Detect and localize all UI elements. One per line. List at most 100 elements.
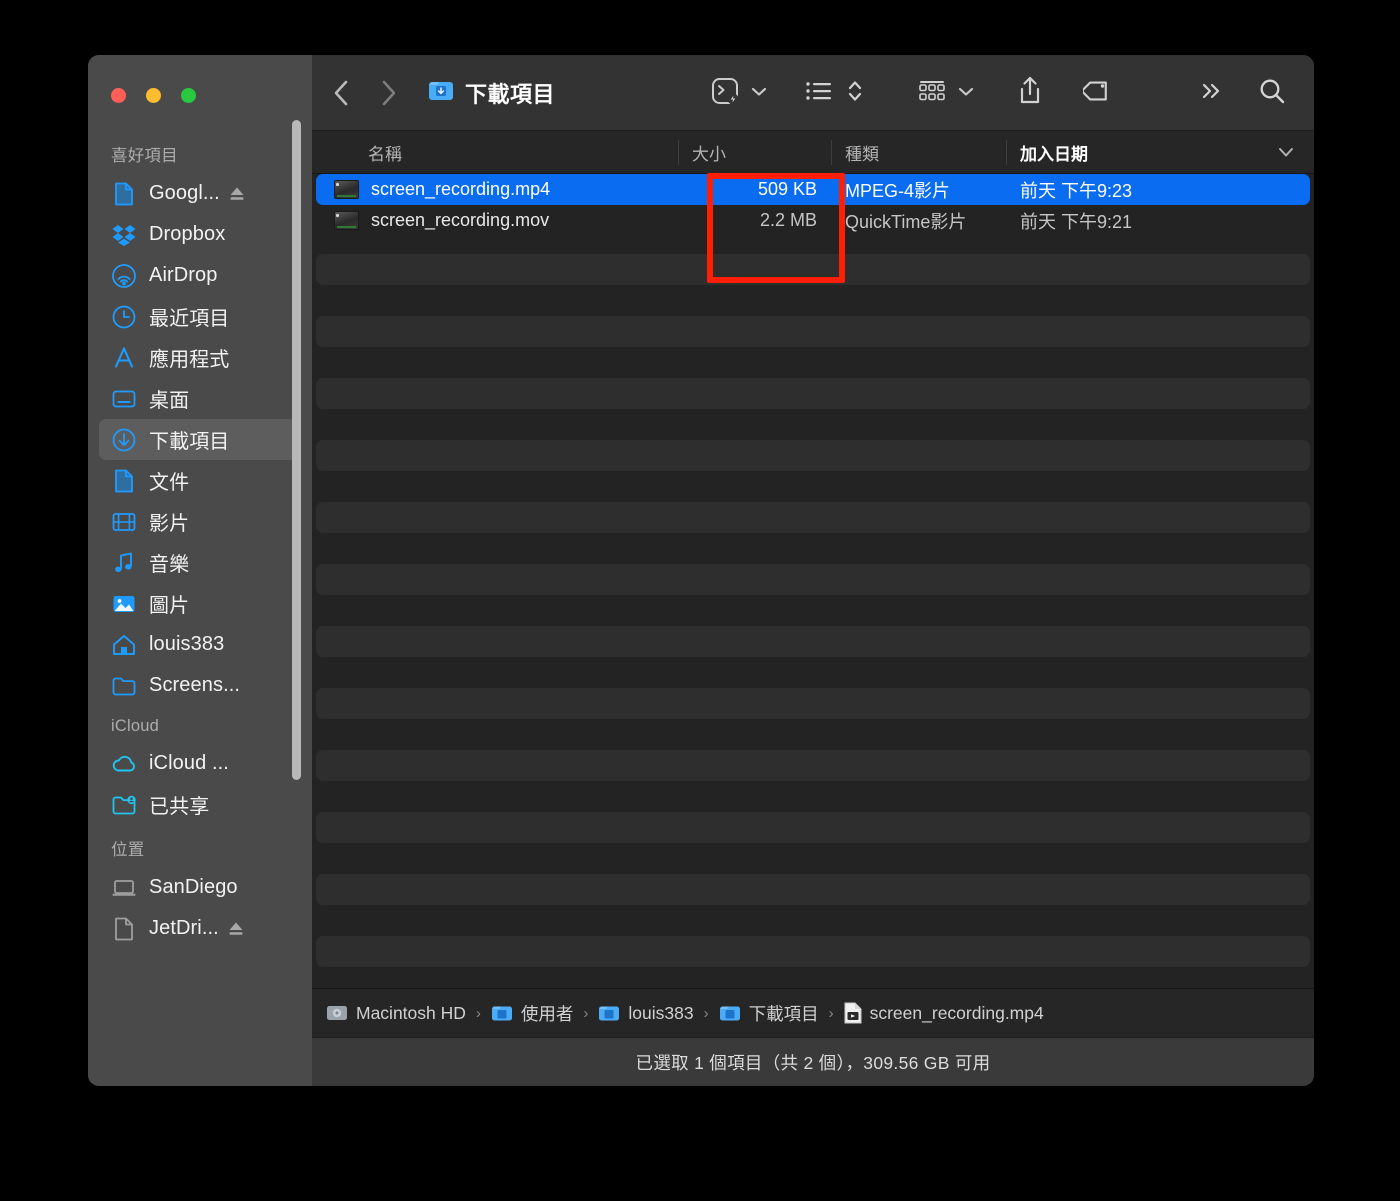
close-button[interactable] xyxy=(111,88,126,103)
path-bar[interactable]: Macintosh HD › 使用者 › louis383 › 下載項目 › screen_re… xyxy=(312,988,1314,1037)
music-icon xyxy=(111,550,137,576)
pictures-icon xyxy=(111,591,137,617)
sidebar-section-header: 位置 xyxy=(111,841,145,859)
column-header-size[interactable]: 大小 xyxy=(678,131,831,174)
sidebar-item-jetdri[interactable]: JetDri... xyxy=(99,908,301,949)
breadcrumb-item[interactable]: 使用者 xyxy=(491,1001,573,1026)
home-icon xyxy=(111,632,137,658)
chevron-down-icon[interactable] xyxy=(1276,145,1296,164)
sidebar-item-label: AirDrop xyxy=(149,264,218,286)
quick-actions-icon[interactable] xyxy=(709,75,741,112)
table-row[interactable]: screen_recording.mov 2.2 MB QuickTime影片 前天 … xyxy=(316,205,1310,236)
empty-row-stripe xyxy=(316,750,1310,781)
file-kind-cell: QuickTime影片 xyxy=(845,211,967,232)
laptop-icon xyxy=(111,875,137,901)
sidebar-item-最近項目[interactable]: 最近項目 xyxy=(99,296,301,337)
window-title-group: 下載項目 xyxy=(428,77,555,109)
sidebar-item-已共享[interactable]: 已共享 xyxy=(99,784,301,825)
sidebar-item-screens[interactable]: Screens... xyxy=(99,665,301,706)
view-options-group[interactable] xyxy=(804,78,864,109)
chevron-down-icon[interactable] xyxy=(957,84,975,102)
quick-actions-group[interactable] xyxy=(709,75,768,112)
breadcrumb-label: screen_recording.mp4 xyxy=(869,1002,1044,1023)
sidebar-item-音樂[interactable]: 音樂 xyxy=(99,542,301,583)
sidebar-item-label: 文件 xyxy=(149,472,190,494)
list-view-icon[interactable] xyxy=(804,78,834,109)
zoom-button[interactable] xyxy=(181,88,196,103)
traffic-light-buttons xyxy=(111,88,196,103)
shared-folder-icon xyxy=(111,792,137,818)
breadcrumb-item[interactable]: louis383 xyxy=(598,1002,694,1024)
file-name-cell: screen_recording.mp4 xyxy=(316,174,678,205)
file-name-label: screen_recording.mp4 xyxy=(371,179,551,199)
sidebar-section-header: iCloud xyxy=(111,717,159,735)
path-separator: › xyxy=(583,1004,589,1022)
share-icon[interactable] xyxy=(1017,75,1043,112)
sidebar-item-文件[interactable]: 文件 xyxy=(99,460,301,501)
path-separator: › xyxy=(475,1004,481,1022)
column-header-kind[interactable]: 種類 xyxy=(831,131,1006,174)
page-title: 下載項目 xyxy=(465,81,556,107)
chevron-down-icon[interactable] xyxy=(750,84,768,102)
sidebar-item-桌面[interactable]: 桌面 xyxy=(99,378,301,419)
breadcrumb-label: louis383 xyxy=(628,1002,694,1023)
file-name-cell: screen_recording.mov xyxy=(316,205,678,236)
downloads-folder-icon xyxy=(428,78,454,107)
file-list[interactable]: screen_recording.mp4 509 KB MPEG-4影片 前天 下午9… xyxy=(312,174,1314,988)
toolbar-actions xyxy=(709,55,1314,131)
status-bar: 已選取 1 個項目（共 2 個），309.56 GB 可用 xyxy=(312,1037,1314,1086)
sidebar-item-louis383[interactable]: louis383 xyxy=(99,624,301,665)
sidebar-item-下載項目[interactable]: 下載項目 xyxy=(99,419,301,460)
video-file-icon xyxy=(334,211,359,230)
empty-row-stripe xyxy=(316,502,1310,533)
sidebar-scroll-area[interactable]: 喜好項目 Googl... Dropbox AirDrop 最近項目 應用程式桌面下載項目… xyxy=(88,131,312,1086)
table-row[interactable]: screen_recording.mp4 509 KB MPEG-4影片 前天 下午9… xyxy=(316,174,1310,205)
document-icon xyxy=(111,181,137,207)
sidebar-item-label: Googl... xyxy=(149,182,220,204)
main-pane: 下載項目 名稱 大小 種類 加入日期 screen_recording.mp4 … xyxy=(312,55,1314,1086)
forward-button[interactable] xyxy=(378,78,400,108)
sidebar-item-label: SanDiego xyxy=(149,876,238,898)
sidebar-item-label: 影片 xyxy=(149,513,190,535)
empty-row-stripe xyxy=(316,812,1310,843)
breadcrumb-item[interactable]: screen_recording.mp4 xyxy=(844,1002,1044,1024)
video-file-icon xyxy=(334,180,359,199)
movies-icon xyxy=(111,509,137,535)
search-icon[interactable] xyxy=(1257,76,1287,111)
sort-updown-icon[interactable] xyxy=(846,78,864,109)
sidebar-item-dropbox[interactable]: Dropbox xyxy=(99,214,301,255)
airdrop-icon xyxy=(111,263,137,289)
sidebar-item-sandiego[interactable]: SanDiego xyxy=(99,867,301,908)
file-kind-cell: MPEG-4影片 xyxy=(845,180,951,201)
toolbar: 下載項目 xyxy=(312,55,1314,131)
home-folder-icon xyxy=(598,1003,620,1023)
breadcrumb-item[interactable]: 下載項目 xyxy=(719,1001,819,1026)
sidebar-item-airdrop[interactable]: AirDrop xyxy=(99,255,301,296)
eject-icon[interactable] xyxy=(226,919,246,939)
sidebar-section-header: 喜好項目 xyxy=(111,147,178,165)
eject-icon[interactable] xyxy=(227,184,247,204)
file-date-cell: 前天 下午9:21 xyxy=(1020,211,1133,232)
back-button[interactable] xyxy=(330,78,352,108)
sidebar: 喜好項目 Googl... Dropbox AirDrop 最近項目 應用程式桌面下載項目… xyxy=(88,55,312,1086)
sidebar-item-應用程式[interactable]: 應用程式 xyxy=(99,337,301,378)
sidebar-item-label: louis383 xyxy=(149,633,225,655)
more-chevrons-icon[interactable] xyxy=(1199,79,1225,108)
breadcrumb-item[interactable]: Macintosh HD xyxy=(326,1003,466,1024)
folder-icon xyxy=(111,673,137,699)
sidebar-item-圖片[interactable]: 圖片 xyxy=(99,583,301,624)
empty-row-stripe xyxy=(316,626,1310,657)
minimize-button[interactable] xyxy=(146,88,161,103)
sidebar-scrollbar[interactable] xyxy=(292,120,301,780)
group-by-icon[interactable] xyxy=(916,77,948,110)
tag-icon[interactable] xyxy=(1081,76,1113,111)
group-by-group[interactable] xyxy=(916,77,975,110)
column-header-date-added[interactable]: 加入日期 xyxy=(1006,131,1314,174)
column-header-name[interactable]: 名稱 xyxy=(312,131,678,174)
column-header-name-label: 名稱 xyxy=(368,144,402,164)
sidebar-item-googl[interactable]: Googl... xyxy=(99,173,301,214)
sidebar-item-影片[interactable]: 影片 xyxy=(99,501,301,542)
path-separator: › xyxy=(703,1004,709,1022)
sidebar-item-icloud[interactable]: iCloud ... xyxy=(99,743,301,784)
sidebar-item-label: 桌面 xyxy=(149,390,190,412)
